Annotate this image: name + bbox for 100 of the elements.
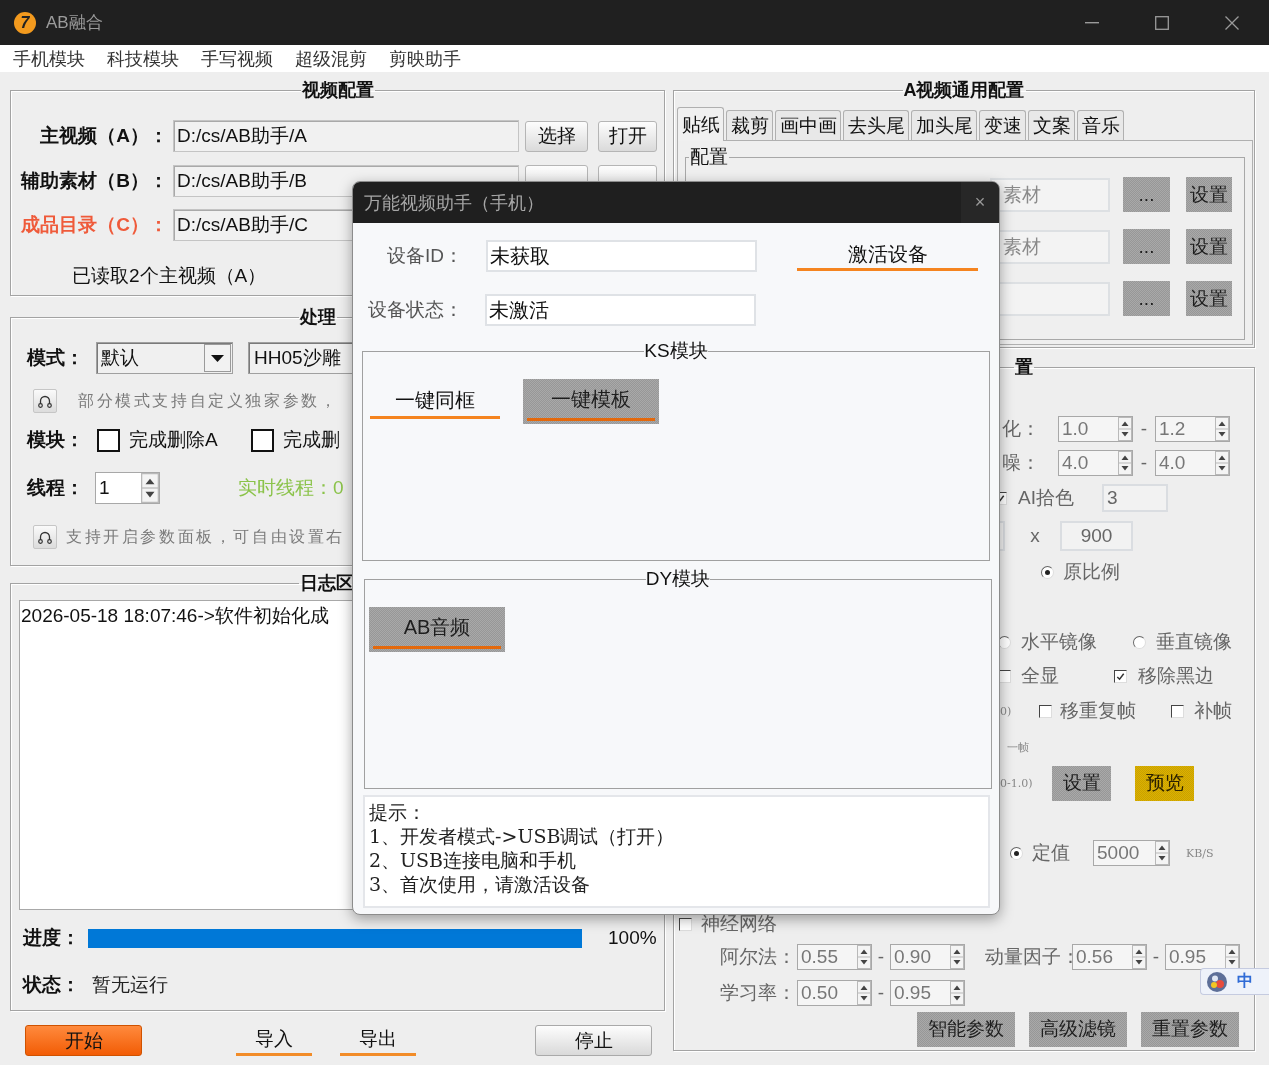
field-label: 设备状态： [367, 298, 463, 322]
ime-mode-toggle[interactable]: 中 [1237, 971, 1253, 992]
spin-box[interactable]: 0.90 [890, 944, 965, 970]
radio-button[interactable] [1041, 565, 1054, 579]
checkbox-label: 神经网络 [701, 912, 777, 936]
checkbox[interactable] [97, 428, 120, 452]
spin-box[interactable]: 0.50 [797, 980, 872, 1006]
menu-item[interactable]: 手写视频 [190, 46, 284, 71]
up-down-arrows-icon [857, 945, 871, 969]
checkbox[interactable] [1171, 704, 1184, 718]
checkbox[interactable] [1114, 669, 1127, 683]
spin-box[interactable]: 4.0 [1155, 450, 1230, 476]
radio-button[interactable] [1010, 846, 1023, 860]
spin-box[interactable]: 5000 [1093, 840, 1170, 866]
unit-label: KB/S [1186, 846, 1214, 860]
up-down-arrows-icon [141, 473, 159, 503]
select-button[interactable]: 选择 [525, 120, 588, 152]
tab[interactable]: 贴纸 [677, 107, 724, 141]
text-field[interactable]: 未激活 [485, 294, 756, 326]
headphones-button[interactable] [33, 525, 57, 549]
dimension-separator: x [1030, 525, 1040, 547]
up-down-arrows-icon [857, 981, 871, 1005]
field-label: 噪： [1001, 451, 1040, 475]
tab[interactable]: 裁剪 [726, 110, 773, 140]
menu-item[interactable]: 科技模块 [96, 46, 190, 71]
field-label: 设备ID： [386, 244, 463, 268]
value-field[interactable]: 3 [1102, 484, 1168, 512]
stop-button[interactable]: 停止 [535, 1025, 652, 1056]
tab[interactable]: 变速 [979, 110, 1026, 140]
group-title: DY模块 [645, 567, 711, 591]
checkbox-label: 全显 [1021, 664, 1060, 688]
panel-title: A视频通用配置 [902, 79, 1026, 102]
tab[interactable]: 音乐 [1077, 110, 1124, 140]
text-field[interactable]: 未获取 [486, 240, 757, 272]
headphones-button[interactable] [33, 389, 57, 413]
ime-logo-icon[interactable] [1206, 970, 1228, 993]
radio-button[interactable] [1133, 635, 1146, 649]
checkbox-label: 移除黑边 [1138, 664, 1214, 688]
checkbox-label: 移重复帧 [1060, 699, 1137, 723]
app-logo: 7 [14, 11, 36, 34]
close-icon[interactable] [1225, 15, 1239, 30]
status-value: 暂无运行 [92, 973, 168, 997]
start-button[interactable]: 开始 [25, 1025, 142, 1056]
spin-box[interactable]: 0.95 [1165, 944, 1240, 970]
note-text: 一帧 [1007, 739, 1029, 755]
spin-box[interactable]: 0.95 [890, 980, 965, 1006]
menu-item[interactable]: 手机模块 [2, 46, 96, 71]
note-text: 0) [1000, 704, 1013, 718]
tab[interactable]: 文案 [1028, 110, 1075, 140]
field-label: 学习率： [720, 981, 795, 1005]
close-button[interactable]: × [961, 182, 999, 223]
field-label: 化： [1001, 417, 1040, 441]
minimize-icon[interactable] [1085, 21, 1099, 24]
panel-title: 处理 [299, 306, 337, 329]
group-title: 配置 [689, 145, 729, 169]
checkbox[interactable] [251, 428, 274, 452]
headphones-icon [37, 393, 53, 409]
path-field[interactable]: D:/cs/AB助手/A [173, 120, 519, 152]
open-button[interactable]: 打开 [598, 120, 657, 152]
maximize-icon[interactable] [1155, 15, 1169, 30]
checkbox[interactable] [1039, 704, 1052, 718]
checkbox-label: AI拾色 [1018, 486, 1075, 510]
menu-item[interactable]: 超级混剪 [284, 46, 378, 71]
range-dash: - [1139, 418, 1149, 440]
menu-item[interactable]: 剪映助手 [378, 46, 472, 71]
tab[interactable]: 加头尾 [911, 110, 977, 140]
tab[interactable]: 去头尾 [843, 110, 909, 140]
height-field[interactable]: 900 [1060, 521, 1133, 551]
spin-box[interactable]: 1.2 [1155, 416, 1230, 442]
export-button[interactable]: 导出 [340, 1025, 416, 1056]
field-label: 线程： [27, 476, 85, 500]
mode-dropdown[interactable]: 默认 [96, 342, 233, 374]
checkbox[interactable] [679, 917, 692, 931]
radio-label: 水平镜像 [1021, 630, 1098, 654]
spin-box[interactable]: 4.0 [1058, 450, 1133, 476]
field-label: 模式： [27, 346, 85, 370]
range-dash: - [1139, 452, 1149, 474]
progress-reading: 100% [608, 927, 657, 949]
range-dash: - [1151, 946, 1161, 968]
up-down-arrows-icon [950, 945, 964, 969]
field-label: 动量因子： [985, 945, 1070, 969]
field-label: 阿尔法： [720, 945, 795, 969]
import-button[interactable]: 导入 [236, 1025, 312, 1056]
up-down-arrows-icon [1132, 945, 1146, 969]
tab[interactable]: 画中画 [775, 110, 841, 140]
spin-box[interactable]: 1.0 [1058, 416, 1133, 442]
status-text: 已读取2个主视频（A） [72, 264, 267, 288]
up-down-arrows-icon [1215, 417, 1229, 441]
spin-box[interactable]: 0.55 [797, 944, 872, 970]
spin-box[interactable]: 1 [95, 472, 160, 504]
panel-title: 置 [1014, 356, 1034, 379]
module-button[interactable]: 一键同框 [370, 384, 500, 419]
checkbox-label: 补帧 [1194, 699, 1232, 723]
activate-button[interactable]: 激活设备 [797, 241, 978, 271]
spin-box[interactable]: 0.56 [1072, 944, 1147, 970]
tip-line: 3、首次使用，请激活设备 [369, 872, 592, 896]
radio-label: 原比例 [1063, 560, 1120, 584]
hint-text: 部分模式支持自定义独家参数， [78, 390, 339, 412]
up-down-arrows-icon [1155, 841, 1169, 865]
range-dash: - [876, 946, 886, 968]
